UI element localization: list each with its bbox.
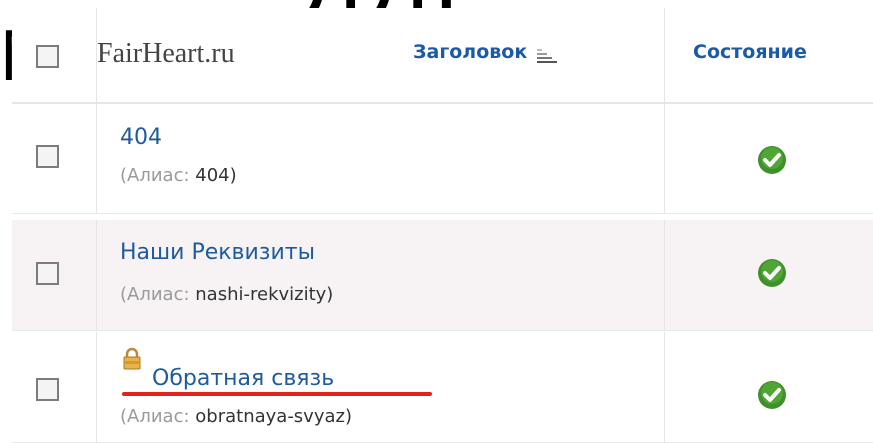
alias-label: (Алиас: (120, 165, 190, 186)
sort-ascending-icon[interactable] (537, 46, 557, 64)
state-column-sort-link[interactable]: Состояние (693, 41, 807, 63)
table-header: FairHeart.ru Заголовок Состояние (12, 8, 873, 104)
alias-value: 404) (195, 165, 237, 186)
row-checkbox[interactable] (36, 145, 59, 168)
published-check-icon[interactable] (757, 258, 787, 288)
article-alias: (Алиас: obratnaya-svyaz) (120, 406, 352, 427)
article-alias: (Алиас: nashi-rekvizity) (120, 284, 333, 305)
article-alias: (Алиас: 404) (120, 165, 237, 186)
table-row: Обратная связь (Алиас: obratnaya-svyaz) (12, 332, 873, 443)
site-name: FairHeart.ru (97, 38, 235, 69)
header-title-cell: FairHeart.ru Заголовок (96, 8, 665, 102)
article-title-link[interactable]: 404 (120, 125, 162, 150)
alias-value: nashi-rekvizity) (195, 284, 334, 305)
alias-label: (Алиас: (120, 284, 190, 305)
header-check-cell (12, 8, 96, 102)
row-checkbox[interactable] (36, 262, 59, 285)
select-all-checkbox[interactable] (36, 45, 59, 68)
table-row: 404 (Алиас: 404) (12, 103, 873, 214)
highlight-underline (122, 392, 432, 396)
table-row: Наши Реквизиты (Алиас: nashi-rekvizity) (12, 220, 873, 331)
alias-value: obratnaya-svyaz) (195, 406, 352, 427)
published-check-icon[interactable] (757, 145, 787, 175)
alias-label: (Алиас: (120, 406, 190, 427)
row-checkbox[interactable] (36, 378, 59, 401)
article-title-link[interactable]: Обратная связь (152, 366, 334, 391)
title-column-sort-link[interactable]: Заголовок (413, 41, 527, 63)
published-check-icon[interactable] (757, 380, 787, 410)
lock-icon (123, 347, 141, 370)
article-title-link[interactable]: Наши Реквизиты (120, 240, 315, 265)
header-state-cell: Состояние (664, 8, 873, 102)
